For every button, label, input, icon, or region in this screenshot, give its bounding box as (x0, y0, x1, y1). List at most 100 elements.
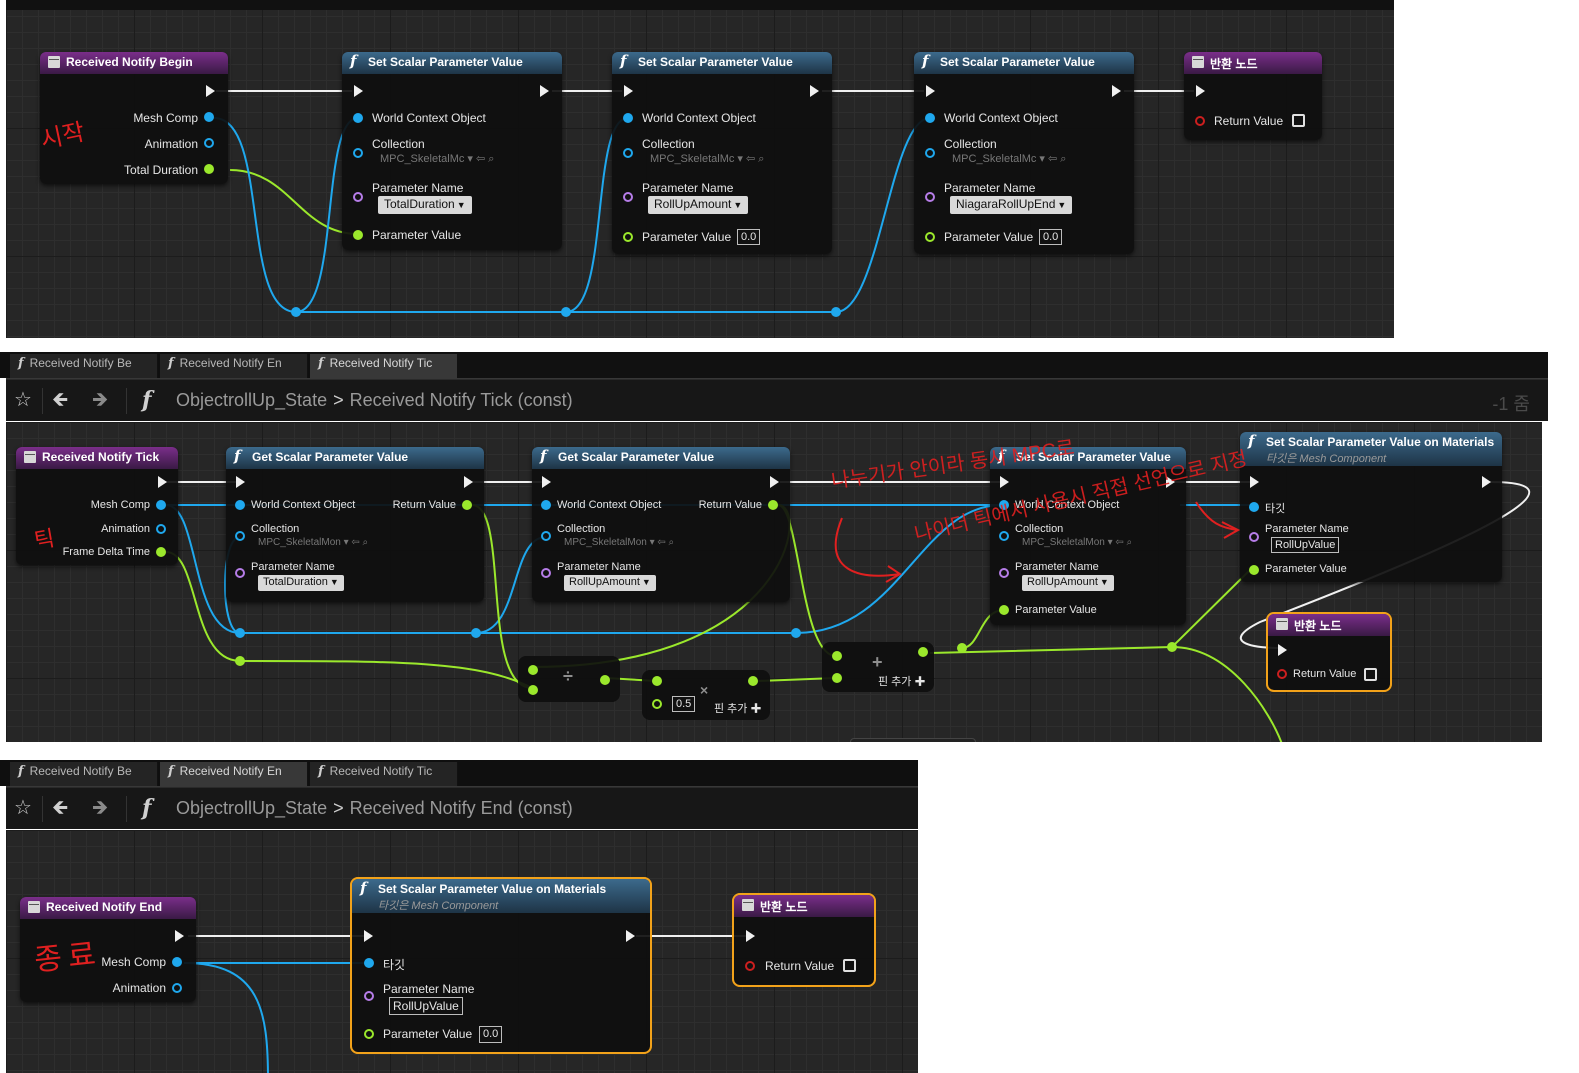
collection-pin[interactable] (999, 531, 1009, 541)
tab-notify-tick[interactable]: f Received Notify Tic (310, 354, 458, 378)
add-pin-button[interactable]: 핀 추가 ✚ (878, 673, 925, 689)
target-pin[interactable] (1249, 502, 1259, 512)
animation-pin[interactable] (204, 138, 214, 148)
exec-out-pin[interactable] (810, 85, 819, 97)
tab-notify-tick[interactable]: f Received Notify Tic (310, 762, 458, 786)
mesh-comp-pin[interactable] (156, 500, 166, 510)
collection-asset[interactable]: MPC_SkeletalMc ▾ ⇦ ⌕ (650, 152, 764, 166)
exec-out-pin[interactable] (540, 85, 549, 97)
return-value-pin[interactable] (1195, 116, 1205, 126)
param-name-dropdown[interactable]: TotalDuration ▼ (378, 196, 472, 214)
forward-arrow-icon[interactable]: 🡺 (92, 797, 108, 819)
reroute-node[interactable] (471, 628, 481, 638)
get-scalar-node-1[interactable]: f Get Scalar Parameter Value World Contex… (226, 447, 484, 602)
star-icon[interactable]: ☆ (14, 797, 32, 819)
collection-asset[interactable]: MPC_SkeletalMc ▾ ⇦ ⌕ (380, 152, 494, 166)
animation-pin[interactable] (172, 983, 182, 993)
add-pin-button[interactable]: 핀 추가 ✚ (714, 700, 761, 716)
input-pin[interactable] (832, 673, 842, 683)
param-value-field[interactable]: 0.0 (479, 1026, 503, 1043)
mesh-comp-pin[interactable] (172, 957, 182, 967)
exec-out-pin[interactable] (158, 476, 167, 488)
multiplier-field[interactable]: 0.5 (672, 696, 696, 712)
collection-asset[interactable]: MPC_SkeletalMon ▾ ⇦ ⌕ (258, 537, 368, 548)
reroute-node[interactable] (291, 307, 301, 317)
set-scalar-on-materials-node[interactable]: f Set Scalar Parameter Value on Materials… (350, 877, 652, 1054)
offscreen-node-edge[interactable] (850, 738, 976, 742)
param-name-pin[interactable] (353, 192, 363, 202)
exec-in-pin[interactable] (1196, 85, 1205, 97)
return-value-pin[interactable] (462, 500, 472, 510)
return-value-checkbox[interactable] (1292, 114, 1305, 127)
reroute-node[interactable] (1167, 642, 1177, 652)
set-scalar-node-3[interactable]: f Set Scalar Parameter Value World Contex… (914, 52, 1134, 254)
add-node[interactable]: + 핀 추가 ✚ (822, 642, 934, 692)
back-arrow-icon[interactable]: 🡸 (52, 389, 68, 411)
reroute-node[interactable] (235, 656, 245, 666)
breadcrumb-function[interactable]: Received Notify Tick (const) (350, 390, 573, 410)
tab-notify-end[interactable]: f Received Notify En (160, 354, 308, 378)
exec-in-pin[interactable] (1250, 476, 1259, 488)
return-node[interactable]: 반환 노드 Return Value (1266, 612, 1392, 692)
set-scalar-on-materials-node[interactable]: f Set Scalar Parameter Value on Materials… (1240, 432, 1502, 582)
collection-pin[interactable] (925, 148, 935, 158)
input-pin[interactable] (832, 651, 842, 661)
param-value-pin[interactable] (1249, 565, 1259, 575)
reroute-node[interactable] (831, 307, 841, 317)
world-context-pin[interactable] (541, 500, 551, 510)
mesh-comp-pin[interactable] (204, 112, 214, 122)
return-value-pin[interactable] (745, 961, 755, 971)
param-value-pin[interactable] (925, 232, 935, 242)
return-node[interactable]: 반환 노드 Return Value (732, 893, 876, 987)
output-pin[interactable] (600, 675, 610, 685)
param-name-field[interactable]: RollUpValue (1271, 537, 1340, 553)
param-name-pin[interactable] (623, 192, 633, 202)
exec-in-pin[interactable] (926, 85, 935, 97)
collection-pin[interactable] (235, 531, 245, 541)
collection-pin[interactable] (353, 148, 363, 158)
return-value-checkbox[interactable] (1364, 668, 1377, 681)
param-name-pin[interactable] (364, 991, 374, 1001)
param-name-pin[interactable] (541, 568, 551, 578)
exec-out-pin[interactable] (770, 476, 779, 488)
input-pin[interactable] (652, 699, 662, 709)
input-pin[interactable] (652, 676, 662, 686)
reroute-node[interactable] (791, 628, 801, 638)
star-icon[interactable]: ☆ (14, 389, 32, 411)
exec-out-pin[interactable] (464, 476, 473, 488)
exec-in-pin[interactable] (624, 85, 633, 97)
exec-in-pin[interactable] (236, 476, 245, 488)
param-name-dropdown[interactable]: NiagaraRollUpEnd ▼ (950, 196, 1073, 214)
param-name-pin[interactable] (1249, 532, 1259, 542)
reroute-node[interactable] (561, 307, 571, 317)
total-duration-pin[interactable] (204, 164, 214, 174)
param-name-dropdown[interactable]: TotalDuration ▼ (258, 575, 344, 591)
param-value-pin[interactable] (364, 1029, 374, 1039)
exec-in-pin[interactable] (746, 930, 755, 942)
output-pin[interactable] (748, 676, 758, 686)
output-pin[interactable] (918, 647, 928, 657)
return-value-pin[interactable] (768, 500, 778, 510)
exec-out-pin[interactable] (626, 930, 635, 942)
breadcrumb-blueprint[interactable]: ObjectrollUp_State (176, 798, 327, 818)
input-pin[interactable] (528, 665, 538, 675)
collection-pin[interactable] (541, 531, 551, 541)
param-value-field[interactable]: 0.0 (737, 229, 761, 245)
tab-notify-begin[interactable]: f Received Notify Be (10, 354, 158, 378)
world-context-pin[interactable] (623, 113, 633, 123)
tab-notify-begin[interactable]: f Received Notify Be (10, 762, 158, 786)
param-name-dropdown[interactable]: RollUpAmount ▼ (564, 575, 656, 591)
world-context-pin[interactable] (353, 113, 363, 123)
breadcrumb-function[interactable]: Received Notify End (const) (350, 798, 573, 818)
input-pin[interactable] (528, 685, 538, 695)
return-node[interactable]: 반환 노드 Return Value (1184, 52, 1322, 140)
target-pin[interactable] (364, 958, 374, 968)
param-name-field[interactable]: RollUpValue (389, 997, 463, 1015)
exec-in-pin[interactable] (354, 85, 363, 97)
exec-out-pin[interactable] (206, 85, 215, 97)
exec-in-pin[interactable] (1278, 644, 1287, 656)
param-value-pin[interactable] (623, 232, 633, 242)
param-name-pin[interactable] (925, 192, 935, 202)
world-context-pin[interactable] (925, 113, 935, 123)
frame-delta-pin[interactable] (156, 547, 166, 557)
